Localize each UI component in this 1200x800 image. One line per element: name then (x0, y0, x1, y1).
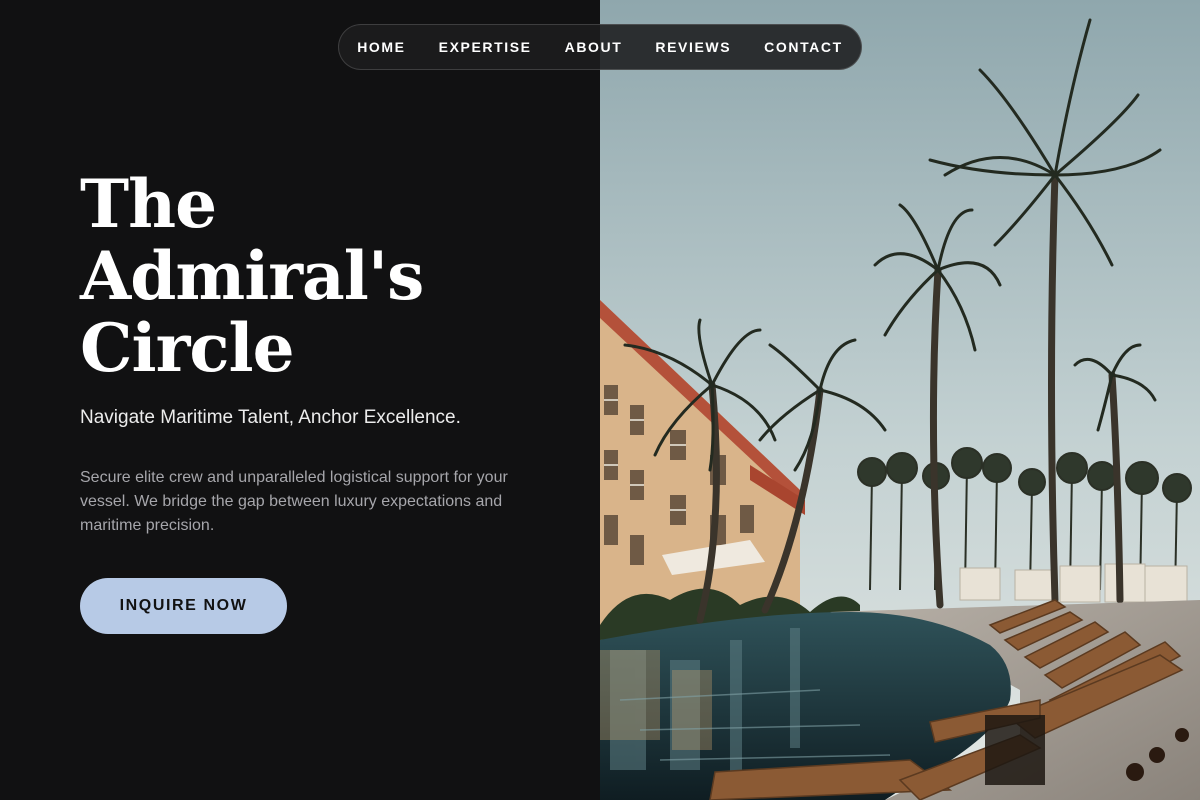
hero-title-line-1: The (80, 165, 217, 243)
hero-image (600, 0, 1200, 800)
nav-link-about[interactable]: ABOUT (565, 39, 623, 55)
hero-description: Secure elite crew and unparalleled logis… (80, 469, 508, 534)
nav-link-reviews[interactable]: REVIEWS (655, 39, 731, 55)
nav-link-home[interactable]: HOME (357, 39, 405, 55)
hero-left-panel: The Admiral's Circle Navigate Maritime T… (0, 0, 600, 800)
nav-link-expertise[interactable]: EXPERTISE (439, 39, 532, 55)
hero-title-line-3: Circle (80, 309, 295, 387)
resort-pool-image (600, 0, 1200, 800)
hero-title: The Admiral's Circle (80, 165, 424, 387)
main-navigation: HOME EXPERTISE ABOUT REVIEWS CONTACT (338, 24, 862, 70)
hero-title-line-2: Admiral's (80, 237, 424, 315)
inquire-now-button[interactable]: INQUIRE NOW (80, 578, 287, 634)
hero-tagline: Navigate Maritime Talent, Anchor Excelle… (80, 407, 461, 428)
nav-link-contact[interactable]: CONTACT (764, 39, 843, 55)
